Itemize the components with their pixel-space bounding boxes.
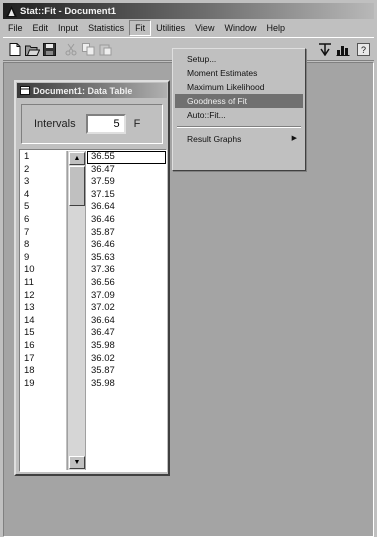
intervals-label: Intervals [34,118,76,130]
data-cell[interactable]: 35.98 [87,340,166,353]
scroll-down-arrow-icon[interactable]: ▼ [69,456,85,469]
svg-text:?: ? [360,45,365,55]
menu-separator [177,126,301,128]
menu-fit[interactable]: Fit [129,20,152,36]
scroll-thumb[interactable] [69,166,85,206]
data-cell[interactable]: 36.46 [87,214,166,227]
menu-item-label: Auto::Fit... [187,110,226,120]
row-number[interactable]: 11 [21,277,66,290]
row-number[interactable]: 2 [21,164,66,177]
row-number[interactable]: 13 [21,302,66,315]
chart-icon[interactable] [335,42,351,57]
window-title: Stat::Fit - Document1 [20,5,117,17]
data-cell[interactable]: 37.59 [87,176,166,189]
cut-icon[interactable] [63,42,79,57]
data-grid: 1 2 3 4 5 6 7 8 9 10 11 12 13 14 15 16 17 18 19 ▲ ▼ 36.55 3… [19,149,167,472]
row-number[interactable]: 15 [21,327,66,340]
document-title-bar[interactable]: Document1: Data Table [17,83,167,98]
data-cell[interactable]: 36.64 [87,315,166,328]
menu-item-label: Result Graphs [187,134,242,144]
data-table-window: Document1: Data Table Intervals F 123456… [14,80,170,476]
parameter-panel: Intervals F [21,104,163,144]
app-window: Stat::Fit - Document1 File Edit Input St… [0,0,377,537]
data-cell[interactable]: 37.09 [87,290,166,303]
row-number[interactable]: 3 [21,176,66,189]
row-number[interactable]: 17 [21,353,66,366]
row-number[interactable]: 12 [21,290,66,303]
intervals-input[interactable] [85,114,126,134]
app-logo-icon [6,5,17,17]
data-cell[interactable]: 37.15 [87,189,166,202]
fit-menu-item-result-graphs[interactable]: Result Graphs ▶ [175,132,303,146]
data-cell[interactable]: 35.63 [87,252,166,265]
fit-menu-item-goodness-of-fit[interactable]: Goodness of Fit [175,94,303,108]
menu-utilities[interactable]: Utilities [151,20,190,36]
menu-item-label: Maximum Likelihood [187,82,265,92]
row-number[interactable]: 7 [21,227,66,240]
title-bar: Stat::Fit - Document1 [3,3,374,19]
scroll-up-arrow-icon[interactable]: ▲ [69,152,85,165]
data-cell[interactable]: 35.87 [87,227,166,240]
fit-menu-item-maximum-likelihood[interactable]: Maximum Likelihood [175,80,303,94]
menu-window[interactable]: Window [219,20,261,36]
vertical-scrollbar[interactable]: ▲ ▼ [67,151,86,470]
fit-menu-item-setup[interactable]: Setup... [175,52,303,66]
row-number[interactable]: 14 [21,315,66,328]
data-cell[interactable]: 36.55 [87,151,166,164]
data-cell[interactable]: 37.36 [87,264,166,277]
menu-file[interactable]: File [3,20,28,36]
document-icon [20,86,30,95]
fit-dropdown-menu: Setup... Moment Estimates Maximum Likeliho… [172,48,306,171]
row-number[interactable]: 10 [21,264,66,277]
menu-help[interactable]: Help [261,20,290,36]
menu-item-label: Moment Estimates [187,68,258,78]
row-index-column: 1 2 3 4 5 6 7 8 9 10 11 12 13 14 15 16 17 18 19 [21,151,67,470]
menu-bar: File Edit Input Statistics Fit Utilities… [3,20,374,36]
data-cell[interactable]: 36.02 [87,353,166,366]
menu-view[interactable]: View [190,20,219,36]
menu-edit[interactable]: Edit [28,20,54,36]
copy-icon[interactable] [80,42,96,57]
menu-input[interactable]: Input [53,20,83,36]
row-number[interactable]: 18 [21,365,66,378]
data-cell[interactable]: 37.02 [87,302,166,315]
data-cell[interactable]: 36.56 [87,277,166,290]
document-title: Document1: Data Table [33,85,133,96]
menu-item-label: Setup... [187,54,217,64]
data-cell[interactable]: 36.64 [87,201,166,214]
new-file-icon[interactable] [7,42,23,57]
row-number[interactable]: 6 [21,214,66,227]
data-cell[interactable]: 36.47 [87,327,166,340]
row-number[interactable]: 16 [21,340,66,353]
row-number[interactable]: 5 [21,201,66,214]
row-number[interactable]: 4 [21,189,66,202]
paste-icon[interactable] [97,42,113,57]
data-cell[interactable]: 35.98 [87,378,166,391]
histogram-icon[interactable] [317,42,333,57]
value-column: 36.55 36.47 37.59 37.15 36.64 36.46 35.87 36.46… [87,151,166,470]
open-folder-icon[interactable] [24,42,40,57]
data-cell[interactable]: 36.46 [87,239,166,252]
help-icon[interactable]: ? [355,42,371,57]
row-number[interactable]: 9 [21,252,66,265]
menu-item-label: Goodness of Fit [187,96,248,106]
next-param-label: F [133,118,141,130]
data-cell[interactable]: 36.47 [87,164,166,177]
row-number[interactable]: 19 [21,378,66,391]
fit-menu-item-moment-estimates[interactable]: Moment Estimates [175,66,303,80]
submenu-arrow-icon: ▶ [291,135,297,142]
save-disk-icon[interactable] [41,42,57,57]
data-cell[interactable]: 35.87 [87,365,166,378]
row-number[interactable]: 8 [21,239,66,252]
menu-statistics[interactable]: Statistics [83,20,129,36]
row-number[interactable]: 1 [21,151,66,164]
fit-menu-item-auto-fit[interactable]: Auto::Fit... [175,108,303,122]
